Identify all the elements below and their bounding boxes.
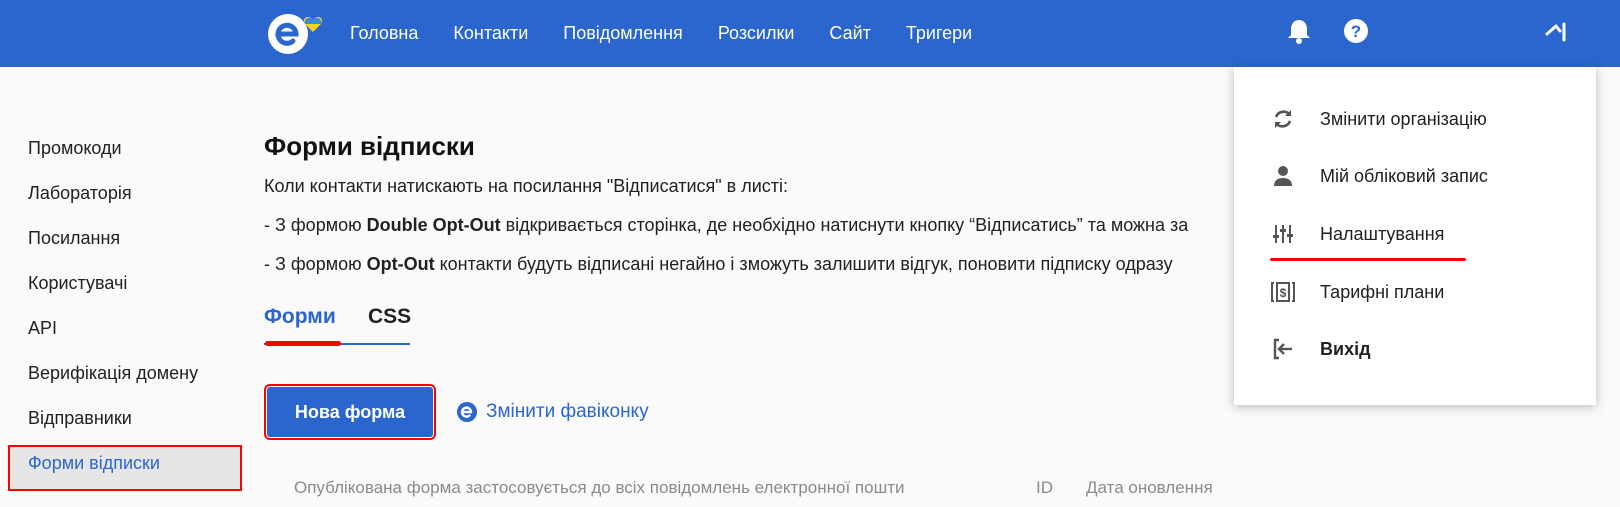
sidebar-item-unsubscribe-forms[interactable]: Форми відписки [28, 453, 160, 474]
bell-icon[interactable] [1284, 16, 1314, 46]
nav-item-contacts[interactable]: Контакти [453, 23, 528, 44]
tab-annotation-underline [265, 341, 341, 346]
nav-item-site[interactable]: Сайт [829, 23, 871, 44]
line2-prefix: - З формою [264, 254, 367, 274]
change-favicon-label: Змінити фавіконку [486, 401, 649, 422]
sidebar-item-domain-verification[interactable]: Верифікація домену [28, 363, 198, 384]
top-navbar: Головна Контакти Повідомлення Розсилки С… [0, 0, 1620, 67]
nav-item-triggers[interactable]: Тригери [906, 23, 972, 44]
tab-css[interactable]: CSS [368, 305, 411, 329]
sidebar-item-users[interactable]: Користувачі [28, 273, 127, 294]
nav-item-campaigns[interactable]: Розсилки [718, 23, 795, 44]
svg-text:?: ? [1351, 22, 1361, 41]
tab-forms[interactable]: Форми [264, 305, 336, 329]
favicon-icon [457, 402, 477, 422]
column-header-id[interactable]: ID [1036, 478, 1053, 498]
billing-icon: $ [1270, 279, 1296, 305]
line1-rest: відкривається сторінка, де необхідно нат… [500, 215, 1189, 235]
dropdown-label: Тарифні плани [1320, 281, 1445, 302]
dropdown-label: Змінити організацію [1320, 108, 1487, 129]
logout-icon [1270, 336, 1296, 362]
dropdown-item-pricing-plans[interactable]: $ Тарифні плани [1234, 269, 1596, 315]
page-title: Форми відписки [264, 131, 475, 161]
logo[interactable] [266, 10, 332, 56]
dropdown-item-my-account[interactable]: Мій обліковий запис [1234, 153, 1596, 199]
sliders-icon [1270, 221, 1296, 247]
refresh-icon [1270, 106, 1296, 132]
settings-annotation-underline [1270, 258, 1466, 261]
line1-bold: Double Opt-Out [366, 215, 501, 235]
sidebar-item-lab[interactable]: Лабораторія [28, 183, 132, 204]
line2-rest: контакти будуть відписані негайно і змож… [434, 254, 1173, 274]
column-header-updated[interactable]: Дата оновлення [1086, 478, 1213, 498]
help-icon[interactable]: ? [1341, 16, 1371, 46]
user-dropdown-menu: Змінити організацію Мій обліковий запис … [1234, 67, 1596, 405]
svg-text:$: $ [1280, 286, 1287, 300]
sidebar-item-api[interactable]: API [28, 318, 57, 339]
intro-text: Коли контакти натискають на посилання "В… [264, 176, 789, 196]
sidebar-item-senders[interactable]: Відправники [28, 408, 132, 429]
nav-item-home[interactable]: Головна [350, 23, 418, 44]
user-icon [1270, 163, 1296, 189]
line2-bold: Opt-Out [366, 254, 435, 274]
dropdown-item-logout[interactable]: Вихід [1234, 326, 1596, 372]
dropdown-label: Мій обліковий запис [1320, 165, 1488, 186]
dropdown-item-settings[interactable]: Налаштування [1234, 211, 1596, 257]
dropdown-label: Налаштування [1320, 223, 1445, 244]
new-form-button[interactable]: Нова форма [264, 384, 436, 440]
change-favicon-link[interactable]: Змінити фавіконку [456, 401, 649, 423]
main-nav: Головна Контакти Повідомлення Розсилки С… [350, 0, 1007, 67]
collapse-menu-icon[interactable] [1541, 16, 1571, 46]
double-opt-out-text: - З формою Double Opt-Out відкривається … [264, 215, 1188, 236]
dropdown-item-switch-organization[interactable]: Змінити організацію [1234, 96, 1596, 142]
dropdown-label: Вихід [1320, 338, 1371, 359]
tabs: Форми CSS [264, 305, 411, 345]
nav-item-messages[interactable]: Повідомлення [563, 23, 683, 44]
sidebar-item-links[interactable]: Посилання [28, 228, 120, 249]
column-header-description: Опублікована форма застосовується до всі… [294, 478, 905, 497]
sidebar-item-promocodes[interactable]: Промокоди [28, 138, 122, 159]
opt-out-text: - З формою Opt-Out контакти будуть відпи… [264, 254, 1173, 275]
line1-prefix: - З формою [264, 215, 367, 235]
